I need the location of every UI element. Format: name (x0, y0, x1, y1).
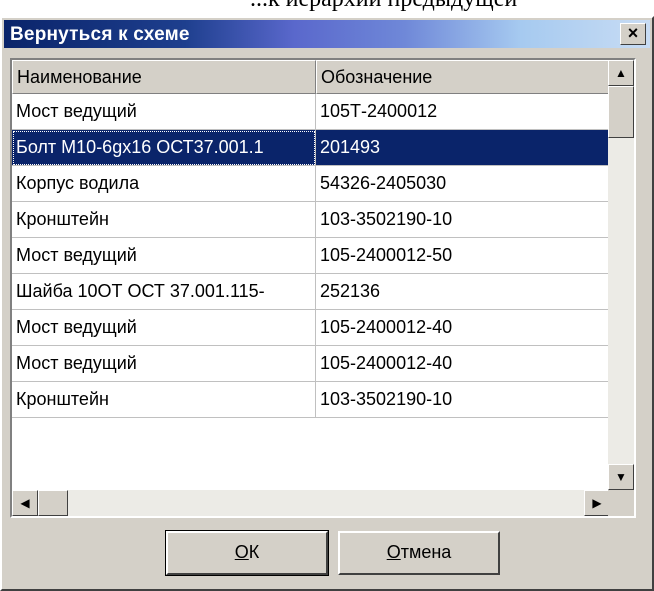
ok-button[interactable]: OК (165, 530, 329, 576)
table-row[interactable]: Мост ведущий 105Т-2400012 (12, 94, 610, 130)
cancel-mnemonic: О (386, 542, 401, 562)
arrow-up-icon: ▲ (615, 66, 627, 80)
cell-name[interactable]: Мост ведущий (12, 346, 316, 382)
cell-code[interactable]: 252136 (316, 274, 610, 310)
scrollbar-corner (608, 490, 634, 516)
cell-code[interactable]: 103-3502190-10 (316, 382, 610, 418)
close-button[interactable]: × (620, 23, 646, 45)
ok-label: К (248, 542, 260, 562)
cell-code[interactable]: 105Т-2400012 (316, 94, 610, 130)
vertical-scrollbar[interactable]: ▲ ▼ (608, 60, 634, 490)
scroll-up-button[interactable]: ▲ (608, 60, 634, 86)
close-icon: × (627, 23, 639, 43)
cell-name[interactable]: Мост ведущий (12, 94, 316, 130)
cell-code[interactable]: 54326-2405030 (316, 166, 610, 202)
cancel-label: тмена (400, 542, 452, 562)
horizontal-scroll-thumb[interactable] (38, 490, 68, 516)
cell-code[interactable]: 105-2400012-40 (316, 346, 610, 382)
table-row[interactable]: Кронштейн 103-3502190-10 (12, 382, 610, 418)
cell-code[interactable]: 105-2400012-40 (316, 310, 610, 346)
table-viewport: Наименование Обозначение Мост ведущий 105… (12, 60, 610, 490)
parts-table[interactable]: Наименование Обозначение Мост ведущий 105… (10, 58, 636, 518)
table-row[interactable]: Болт М10-6gх16 ОСТ37.001.1 201493 (12, 130, 610, 166)
arrow-down-icon: ▼ (615, 470, 627, 484)
horizontal-scrollbar[interactable]: ◀ ▶ (12, 490, 610, 516)
table-row[interactable]: Мост ведущий 105-2400012-40 (12, 346, 610, 382)
table-row[interactable]: Мост ведущий 105-2400012-40 (12, 310, 610, 346)
cell-code[interactable]: 105-2400012-50 (316, 238, 610, 274)
scroll-right-button[interactable]: ▶ (584, 490, 610, 516)
vertical-scroll-thumb[interactable] (608, 86, 634, 138)
arrow-right-icon: ▶ (592, 496, 602, 510)
table-row[interactable]: Корпус водила 54326-2405030 (12, 166, 610, 202)
table-row[interactable]: Шайба 10ОТ ОСТ 37.001.115- 252136 (12, 274, 610, 310)
column-header-name[interactable]: Наименование (12, 60, 316, 94)
background-text: ...к иерархии предыдущей (250, 0, 517, 13)
arrow-left-icon: ◀ (20, 496, 30, 510)
cell-name[interactable]: Мост ведущий (12, 310, 316, 346)
cell-code[interactable]: 201493 (316, 130, 610, 166)
column-header-code[interactable]: Обозначение (316, 60, 610, 94)
dialog-window: Вернуться к схеме × Наименование Обознач… (0, 16, 654, 591)
title-bar[interactable]: Вернуться к схеме × (4, 20, 650, 48)
table-row[interactable]: Мост ведущий 105-2400012-50 (12, 238, 610, 274)
cell-name[interactable]: Кронштейн (12, 382, 316, 418)
ok-mnemonic: O (234, 542, 249, 562)
cell-name[interactable]: Мост ведущий (12, 238, 316, 274)
cell-name[interactable]: Корпус водила (12, 166, 316, 202)
cell-code[interactable]: 103-3502190-10 (316, 202, 610, 238)
cell-name[interactable]: Болт М10-6gх16 ОСТ37.001.1 (12, 130, 316, 166)
scroll-down-button[interactable]: ▼ (608, 464, 634, 490)
scroll-left-button[interactable]: ◀ (12, 490, 38, 516)
dialog-title: Вернуться к схеме (10, 24, 190, 45)
cell-name[interactable]: Кронштейн (12, 202, 316, 238)
cancel-button[interactable]: Отмена (338, 531, 500, 575)
table-row[interactable]: Кронштейн 103-3502190-10 (12, 202, 610, 238)
cell-name[interactable]: Шайба 10ОТ ОСТ 37.001.115- (12, 274, 316, 310)
